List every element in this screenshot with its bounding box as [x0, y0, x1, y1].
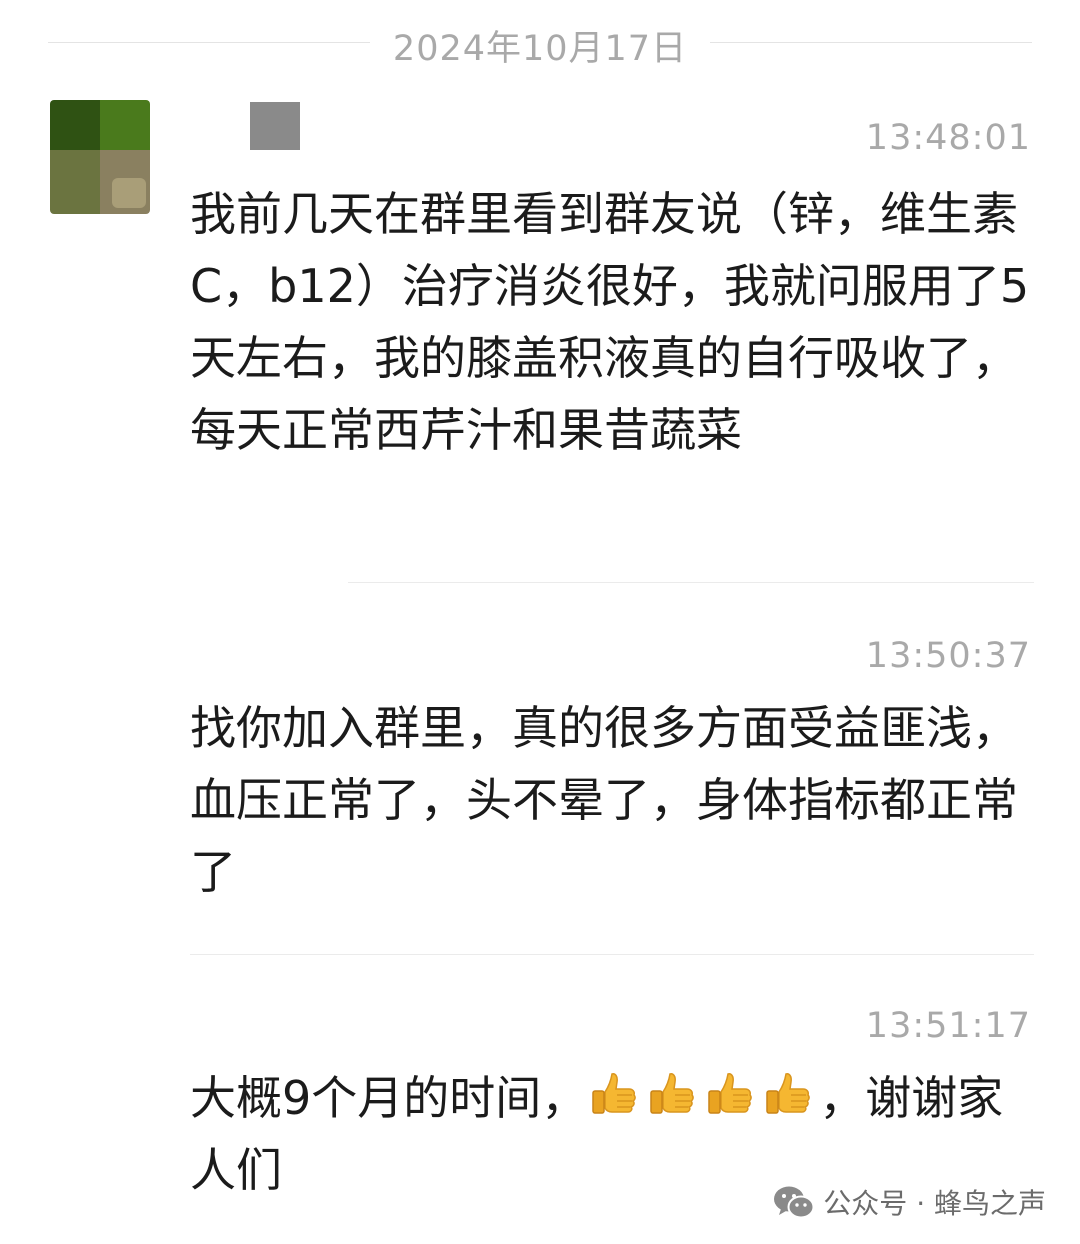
message-separator [190, 954, 1034, 955]
message-time: 13:51:17 [865, 1006, 1031, 1046]
date-divider: 2024年10月17日 [48, 14, 1032, 70]
thumbs-up-icon [587, 1070, 639, 1122]
message-time: 13:50:37 [865, 636, 1031, 676]
divider-line-right [710, 42, 1032, 43]
avatar[interactable] [50, 100, 150, 214]
message-time: 13:48:01 [865, 118, 1031, 158]
message-text: 我前几天在群里看到群友说（锌，维生素C，b12）治疗消炎很好，我就问服用了5天左… [190, 187, 1030, 457]
message-3[interactable]: 13:51:17 大概9个月的时间， ，谢谢家人们 [190, 998, 1035, 1208]
message-text: 找你加入群里，真的很多方面受益匪浅，血压正常了，头不晕了，身体指标都正常了 [190, 701, 1018, 899]
thumbs-up-icon [761, 1070, 813, 1122]
thumbs-up-icon [645, 1070, 697, 1122]
emoji-group [587, 1071, 819, 1125]
thumbs-up-icon [703, 1070, 755, 1122]
watermark: 公众号 · 蜂鸟之声 [773, 1180, 1046, 1224]
message-text-start: 大概9个月的时间， [190, 1071, 588, 1125]
message-separator [348, 582, 1034, 583]
chat-date: 2024年10月17日 [392, 29, 688, 69]
message-2[interactable]: 13:50:37 找你加入群里，真的很多方面受益匪浅，血压正常了，头不晕了，身体… [190, 628, 1035, 928]
message-1[interactable]: 13:48:01 我前几天在群里看到群友说（锌，维生素C，b12）治疗消炎很好，… [190, 110, 1035, 540]
watermark-text: 公众号 · 蜂鸟之声 [823, 1187, 1046, 1220]
wechat-icon [774, 1186, 815, 1219]
